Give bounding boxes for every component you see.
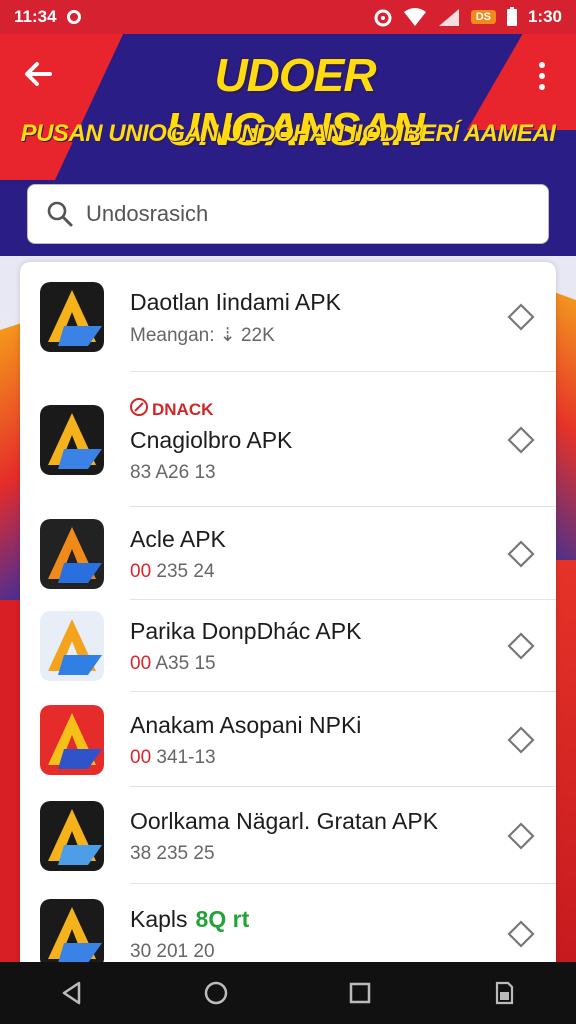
app-name: Anakam Asopani NPKi — [130, 712, 486, 739]
nav-extra-button[interactable] — [484, 973, 524, 1013]
app-meta: 00 341-13 — [130, 747, 486, 769]
diamond-icon — [507, 821, 535, 850]
wifi-icon — [403, 7, 427, 27]
app-list-item[interactable]: Acle APK 00 235 24 — [20, 507, 556, 600]
app-list-item[interactable]: Kapls 8Q rt 30 201 20 — [20, 884, 556, 962]
app-name: Kapls 8Q rt — [130, 906, 486, 933]
app-name-text: Anakam Asopani NPKi — [130, 711, 362, 738]
download-diamond-button[interactable] — [506, 539, 536, 569]
back-arrow-icon — [25, 62, 52, 86]
app-name: Cnagiolbro APK — [130, 427, 486, 454]
nav-recents-button[interactable] — [340, 973, 380, 1013]
app-list-item[interactable]: Daotlan Iindami APK Meangan: ⇣ 22K — [20, 262, 556, 372]
app-meta-text: 83 A26 13 — [130, 462, 216, 483]
app-list-item[interactable]: Parika DonpDhác APK 00 A35 15 — [20, 600, 556, 692]
notification-icon — [66, 10, 81, 24]
battery-icon — [506, 7, 518, 27]
app-list-item[interactable]: Anakam Asopani NPKi 00 341-13 — [20, 692, 556, 787]
diamond-icon — [507, 303, 535, 331]
app-name: Acle APK — [130, 526, 486, 553]
app-name: Oorlkama Nägarl. Gratan APK — [130, 808, 486, 835]
download-diamond-button[interactable] — [506, 919, 536, 949]
back-button[interactable] — [18, 54, 58, 94]
app-text: Daotlan Iindami APK Meangan: ⇣ 22K — [130, 289, 486, 347]
app-text: Parika DonpDhác APK 00 A35 15 — [130, 618, 486, 675]
app-meta-prefix: 00 — [130, 560, 152, 582]
navigation-bar — [0, 962, 576, 1024]
app-meta: 00 235 24 — [130, 561, 486, 583]
app-icon — [40, 704, 104, 775]
app-text: Oorlkama Nägarl. Gratan APK 38 235 25 — [130, 808, 486, 865]
app-text: Acle APK 00 235 24 — [130, 526, 486, 583]
nav-back-button[interactable] — [52, 973, 92, 1013]
app-icon — [40, 282, 104, 352]
app-icon — [40, 899, 104, 962]
app-meta-text: 38 235 25 — [130, 842, 215, 864]
app-icon — [40, 611, 104, 681]
search-bar[interactable] — [27, 184, 549, 244]
app-list-item[interactable]: DNACK Cnagiolbro APK 83 A26 13 — [20, 372, 556, 507]
app-name-text: Acle APK — [130, 525, 226, 552]
app-name-text: Oorlkama Nägarl. Gratan APK — [130, 807, 439, 834]
status-clock: 1:30 — [527, 7, 562, 26]
app-meta-text: 341-13 — [156, 746, 216, 768]
app-meta-prefix: 00 — [130, 653, 152, 674]
app-name-text: Kapls — [130, 906, 188, 932]
app-meta-text: 235 24 — [156, 560, 215, 582]
app-list: Daotlan Iindami APK Meangan: ⇣ 22K DNACK Cn… — [20, 262, 556, 962]
overflow-menu-button[interactable] — [528, 56, 556, 96]
app-meta-text: A35 15 — [155, 653, 216, 674]
app-list-item[interactable]: Oorlkama Nägarl. Gratan APK 38 235 25 — [20, 787, 556, 884]
app-tag: 8Q rt — [195, 906, 250, 932]
app-name-text: Cnagiolbro APK — [130, 427, 293, 453]
app-meta: 83 A26 13 — [130, 462, 486, 484]
diamond-icon — [507, 920, 535, 948]
status-bar: 11:34 DS 1:30 — [0, 0, 576, 34]
app-meta-text: Meangan: ⇣ 22K — [130, 325, 275, 346]
app-text: DNACK Cnagiolbro APK 83 A26 13 — [130, 398, 486, 484]
app-meta: 38 235 25 — [130, 843, 486, 865]
triangle-back-icon — [62, 981, 81, 1005]
status-time: 11:34 — [14, 7, 57, 26]
search-icon — [47, 201, 73, 227]
signal-icon — [437, 7, 461, 27]
diamond-icon — [507, 632, 535, 660]
sim-card-icon — [495, 981, 514, 1005]
diamond-icon — [507, 725, 535, 754]
app-meta: 00 A35 15 — [130, 653, 486, 675]
circle-home-icon — [204, 981, 228, 1005]
search-input[interactable] — [86, 201, 506, 227]
diamond-icon — [507, 425, 535, 454]
app-meta-text: 30 201 20 — [130, 941, 215, 962]
battery-saver-badge: DS — [470, 10, 496, 24]
download-diamond-button[interactable] — [506, 725, 536, 755]
app-badge-text: DNACK — [152, 399, 214, 419]
download-diamond-button[interactable] — [506, 302, 536, 332]
app-meta-prefix: 00 — [130, 746, 152, 768]
app-meta: 30 201 20 — [130, 941, 486, 962]
app-name: Parika DonpDhác APK — [130, 618, 486, 645]
download-diamond-button[interactable] — [506, 821, 536, 851]
app-name: Daotlan Iindami APK — [130, 289, 486, 316]
app-icon — [40, 518, 104, 589]
app-name-text: Parika DonpDhác APK — [130, 618, 362, 644]
badge-icon — [130, 398, 148, 421]
nav-home-button[interactable] — [196, 973, 236, 1013]
app-text: Kapls 8Q rt 30 201 20 — [130, 906, 486, 962]
app-badge: DNACK — [130, 398, 486, 421]
download-diamond-button[interactable] — [506, 631, 536, 661]
app-meta: Meangan: ⇣ 22K — [130, 324, 486, 347]
alarm-icon — [373, 7, 393, 27]
app-icon — [40, 800, 104, 871]
download-diamond-button[interactable] — [506, 425, 536, 455]
app-icon — [40, 404, 104, 475]
app-name-text: Daotlan Iindami APK — [130, 289, 341, 315]
app-header: UDOER UNGANSAN PUSAN UNIOGAN UNDOHAN IIO… — [0, 34, 576, 184]
diamond-icon — [507, 539, 535, 568]
app-text: Anakam Asopani NPKi 00 341-13 — [130, 712, 486, 769]
square-recents-icon — [349, 982, 371, 1004]
page-subtitle: PUSAN UNIOGAN UNDOHAN IIODIBERÍ AAMEAI — [20, 120, 556, 147]
